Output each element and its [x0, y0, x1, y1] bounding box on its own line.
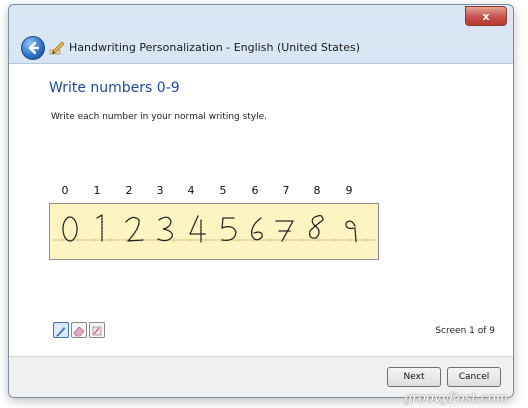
digit-label: 5	[219, 184, 227, 197]
wizard-content: Write numbers 0-9 Write each number in y…	[9, 63, 513, 357]
digit-label: 7	[282, 184, 290, 197]
screen-counter: Screen 1 of 9	[435, 326, 495, 336]
back-arrow-icon	[28, 41, 40, 55]
clear-button[interactable]	[89, 322, 105, 338]
digit-label: 1	[93, 184, 101, 197]
eraser-icon	[73, 326, 85, 337]
pen-tool-button[interactable]	[53, 322, 69, 338]
title-bar: x	[9, 5, 513, 35]
writing-pad[interactable]	[49, 203, 379, 260]
digit-label: 3	[156, 184, 164, 197]
pen-icon	[49, 41, 65, 55]
page-title: Write numbers 0-9	[49, 80, 180, 96]
digit-label: 0	[61, 184, 69, 197]
watermark: groovyPost.com	[403, 391, 508, 406]
next-button[interactable]: Next	[387, 367, 441, 387]
digit-label: 9	[345, 184, 353, 197]
eraser-button[interactable]	[71, 322, 87, 338]
back-button[interactable]	[21, 36, 45, 60]
pen-tool-icon	[56, 327, 66, 337]
digit-label: 8	[313, 184, 321, 197]
digit-labels: 0 1 2 3 4 5 6 7 8 9	[59, 184, 379, 198]
instruction-text: Write each number in your normal writing…	[51, 112, 268, 122]
digit-label: 6	[251, 184, 259, 197]
nav-bar: Handwriting Personalization - English (U…	[9, 35, 513, 65]
wizard-window: x Handwriting Personalization - English …	[8, 4, 514, 398]
digit-label: 2	[125, 184, 133, 197]
clear-icon	[92, 326, 102, 336]
handwritten-digits	[52, 214, 376, 243]
cancel-button[interactable]: Cancel	[447, 367, 501, 387]
digit-label: 4	[187, 184, 195, 197]
close-button[interactable]: x	[465, 6, 507, 26]
window-title: Handwriting Personalization - English (U…	[69, 41, 361, 54]
